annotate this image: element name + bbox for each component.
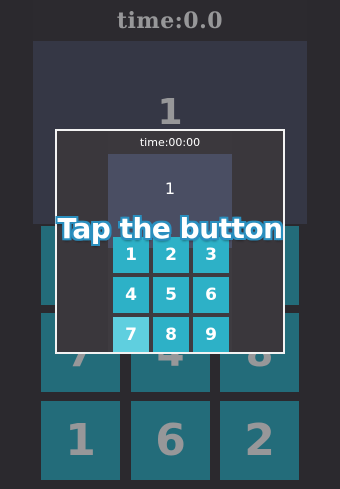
- game-tile[interactable]: 2: [220, 401, 299, 480]
- game-screen: time:0.0 1 7 4 8 1 6 2 time:00:00 1 1 2 …: [0, 0, 340, 489]
- preview-key-highlighted: 7: [113, 317, 149, 352]
- preview-timer-text: time:00:00: [139, 136, 201, 149]
- game-tile[interactable]: 1: [41, 401, 120, 480]
- preview-key: 4: [113, 277, 149, 313]
- preview-target-number: 1: [164, 179, 176, 198]
- preview-key: 6: [193, 277, 229, 313]
- game-tile[interactable]: 6: [131, 401, 210, 480]
- target-number: 1: [157, 92, 183, 133]
- timer-text: time:0.0: [116, 8, 224, 34]
- tutorial-banner: Tap the button: [57, 212, 283, 245]
- preview-key: 5: [153, 277, 189, 313]
- preview-key: 9: [193, 317, 229, 352]
- preview-key: 8: [153, 317, 189, 352]
